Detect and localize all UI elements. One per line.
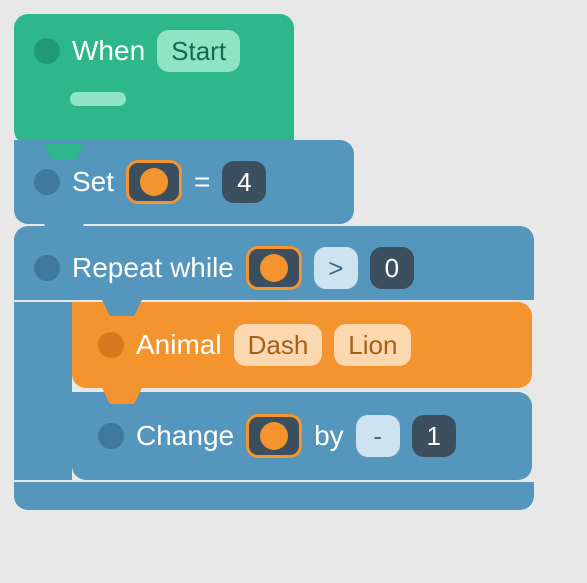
set-value-text: 4 <box>237 167 251 198</box>
animal-target-text: Dash <box>248 330 309 361</box>
when-start-block[interactable]: When Start <box>14 14 294 144</box>
block-notch <box>44 510 84 526</box>
repeat-body: Animal Dash Lion Change <box>14 302 534 480</box>
variable-slot[interactable] <box>246 414 302 458</box>
when-label: When <box>72 35 145 67</box>
set-label: Set <box>72 166 114 198</box>
repeat-label: Repeat while <box>72 252 234 284</box>
block-handle-dot <box>34 169 60 195</box>
repeat-bottom-bar <box>14 482 534 510</box>
by-label: by <box>314 420 344 452</box>
when-event-text: Start <box>171 36 226 67</box>
variable-slot[interactable] <box>126 160 182 204</box>
change-variable-block[interactable]: Change by - 1 <box>72 392 532 480</box>
variable-icon <box>260 254 288 282</box>
block-stack: When Start Set = 4 Repeat while <box>14 14 534 510</box>
repeat-op-pill[interactable]: > <box>314 247 358 289</box>
animal-label: Animal <box>136 329 222 361</box>
animal-target-pill[interactable]: Dash <box>234 324 323 366</box>
block-handle-dot <box>34 38 60 64</box>
block-handle-dot <box>98 332 124 358</box>
set-value-pill[interactable]: 4 <box>222 161 266 203</box>
variable-icon <box>140 168 168 196</box>
animal-kind-text: Lion <box>348 330 397 361</box>
equals-label: = <box>194 166 210 198</box>
repeat-op-text: > <box>328 253 343 284</box>
change-sign-text: - <box>373 421 382 452</box>
when-extra-bar <box>70 92 126 106</box>
change-label: Change <box>136 420 234 452</box>
repeat-arm <box>14 302 72 480</box>
block-handle-dot <box>98 423 124 449</box>
repeat-rhs-pill[interactable]: 0 <box>370 247 414 289</box>
when-event-pill[interactable]: Start <box>157 30 240 72</box>
repeat-while-block[interactable]: Repeat while > 0 <box>14 226 534 300</box>
change-sign-pill[interactable]: - <box>356 415 400 457</box>
animal-block[interactable]: Animal Dash Lion <box>72 302 532 388</box>
variable-slot[interactable] <box>246 246 302 290</box>
animal-kind-pill[interactable]: Lion <box>334 324 411 366</box>
change-amount-text: 1 <box>426 421 440 452</box>
change-amount-pill[interactable]: 1 <box>412 415 456 457</box>
variable-icon <box>260 422 288 450</box>
repeat-rhs-text: 0 <box>385 253 399 284</box>
block-handle-dot <box>34 255 60 281</box>
